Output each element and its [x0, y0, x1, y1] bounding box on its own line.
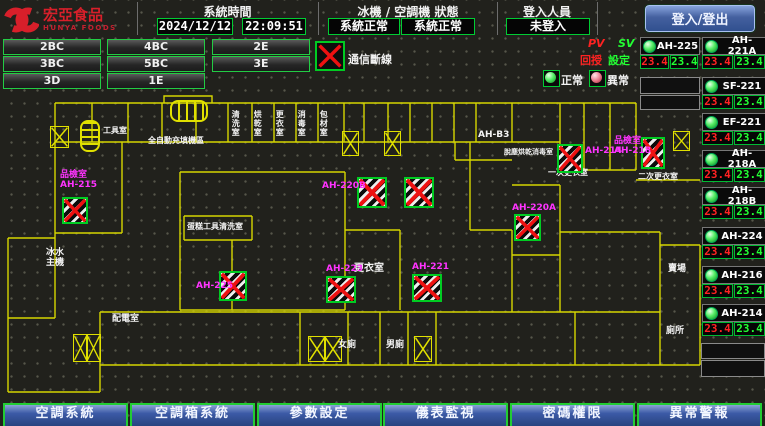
shaft-icon: [342, 131, 359, 156]
unit-name: AH-218A: [718, 148, 765, 170]
green-led-icon: [705, 116, 718, 129]
unit-name: AH-225: [656, 41, 699, 52]
unit-pv-value: 23.4: [640, 55, 669, 69]
shaft-icon: [86, 334, 101, 362]
unit-button-AH-218B[interactable]: AH-218B: [702, 187, 765, 205]
unit-button-AH-218A[interactable]: AH-218A: [702, 150, 765, 168]
shaft-icon: [384, 131, 401, 156]
unit-button-AH-216[interactable]: AH-216: [702, 266, 765, 284]
equipment-label: 品檢室 AH-218: [614, 136, 651, 156]
unit-sv-value: 23.4: [734, 245, 765, 259]
room-label: 冰水 主機: [46, 248, 64, 269]
shaft-icon: [50, 126, 69, 148]
room-label: 更衣室: [275, 110, 284, 137]
room-label: 蛋糕工具清洗室: [187, 222, 243, 231]
room-label: 全自動充填機區: [148, 136, 204, 145]
unit-sv-value: 23.4: [734, 55, 765, 69]
green-led-icon: [705, 190, 718, 203]
green-led-icon: [705, 40, 718, 53]
room-label: 工具室: [103, 126, 127, 135]
equipment-label: AH-223: [326, 264, 363, 274]
equipment-AH-215[interactable]: [62, 197, 88, 224]
equipment-label: AH-225: [196, 281, 233, 291]
unit-sv-value: 23.4: [734, 131, 765, 145]
unit-sv-value: 23.4: [734, 95, 765, 109]
unit-name: AH-214: [718, 308, 765, 319]
equipment-label: AH-220A: [512, 203, 556, 213]
unit-name: AH-221A: [718, 35, 765, 57]
empty-slot: [640, 77, 700, 94]
unit-name: AH-218B: [718, 185, 765, 207]
unit-sv-value: 23.4: [670, 55, 698, 69]
unit-pv-value: 23.4: [702, 245, 733, 259]
room-label: 消毒室: [297, 110, 306, 137]
room-label: 烘乾室: [253, 110, 262, 137]
unit-button-AH-214[interactable]: AH-214: [702, 304, 765, 322]
green-led-icon: [705, 307, 718, 320]
stairs-icon: [170, 100, 208, 122]
room-label: 脫塵烘乾消毒室: [504, 148, 553, 156]
equipment-AH-220A[interactable]: [514, 214, 541, 241]
green-led-icon: [643, 40, 656, 53]
green-led-icon: [705, 230, 718, 243]
equipment-label: AH-221: [412, 262, 449, 272]
equipment-AH-221[interactable]: [412, 274, 442, 302]
equipment-label: AH-220B: [322, 181, 366, 191]
room-label: 廁所: [666, 326, 684, 336]
shaft-icon: [414, 336, 432, 362]
empty-slot: [640, 95, 700, 110]
shaft-icon: [673, 131, 690, 151]
unit-button-AH-224[interactable]: AH-224: [702, 227, 765, 245]
green-led-icon: [705, 153, 718, 166]
unit-sv-value: 23.4: [734, 205, 765, 219]
unit-button-SF-221[interactable]: SF-221: [702, 77, 765, 95]
unit-name: SF-221: [718, 81, 765, 92]
unit-name: EF-221: [718, 117, 765, 128]
room-label: 包材室: [319, 110, 328, 137]
room-label: 配電室: [112, 314, 139, 324]
unit-pv-value: 23.4: [702, 131, 733, 145]
green-led-icon: [705, 269, 718, 282]
unit-pv-value: 23.4: [702, 55, 733, 69]
equipment-AH-223[interactable]: [326, 276, 356, 303]
room-label: 清洗室: [231, 110, 240, 137]
equipment-AH-214[interactable]: [557, 144, 583, 173]
unit-button-EF-221[interactable]: EF-221: [702, 113, 765, 131]
unit-sv-value: 23.4: [734, 284, 765, 298]
empty-slot: [701, 360, 765, 377]
room-label: 女廁: [338, 340, 356, 350]
room-label: 賣場: [668, 264, 686, 274]
unit-name: AH-224: [718, 231, 765, 242]
room-label: 男廁: [386, 340, 404, 350]
empty-slot: [701, 343, 765, 359]
unit-sv-value: 23.4: [734, 168, 765, 182]
unit-button-AH-225[interactable]: AH-225: [640, 37, 700, 55]
unit-name: AH-216: [718, 270, 765, 281]
stairs-icon: [80, 120, 100, 152]
unit-pv-value: 23.4: [702, 205, 733, 219]
unit-sv-value: 23.4: [734, 322, 765, 336]
equipment-AH-220C[interactable]: [404, 177, 434, 208]
room-label: 二次更衣室: [638, 172, 678, 181]
equipment-label: 品檢室 AH-215: [60, 170, 97, 190]
room-label: AH-B3: [478, 130, 509, 140]
unit-pv-value: 23.4: [702, 95, 733, 109]
unit-pv-value: 23.4: [702, 284, 733, 298]
unit-pv-value: 23.4: [702, 168, 733, 182]
green-led-icon: [705, 80, 718, 93]
hmi-screen: 宏亞食品 HUNYA FOODS 系統時間 2024/12/12 22:09:5…: [0, 0, 765, 426]
unit-button-AH-221A[interactable]: AH-221A: [702, 37, 765, 55]
unit-pv-value: 23.4: [702, 322, 733, 336]
